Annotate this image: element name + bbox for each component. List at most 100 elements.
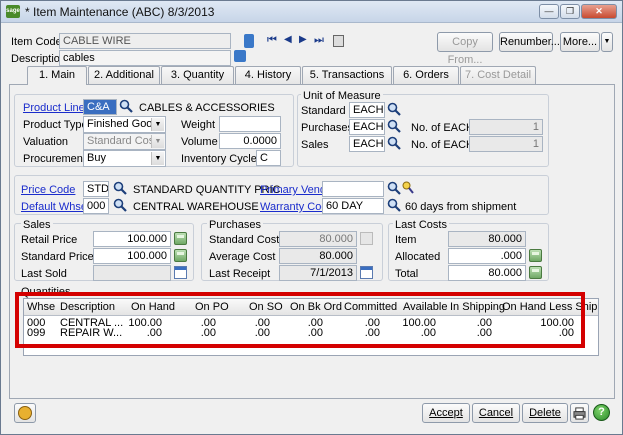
printer-icon: [573, 407, 586, 420]
column-header-on-hand-less-ship[interactable]: On Hand Less Ship: [502, 301, 597, 313]
column-header-on-bk-ord[interactable]: On Bk Ord: [290, 301, 342, 313]
memo-icon[interactable]: [234, 50, 246, 62]
weight-label: Weight: [181, 119, 216, 131]
calculator-icon[interactable]: [174, 249, 187, 262]
uom-purchases-field[interactable]: EACH: [349, 119, 385, 135]
uom-standard-field[interactable]: EACH: [349, 102, 385, 118]
tab-main[interactable]: 1. Main: [27, 66, 87, 85]
product-line-link[interactable]: Product Line: [23, 102, 85, 114]
vendor-search-icon[interactable]: [402, 181, 414, 194]
default-whse-lookup-icon[interactable]: [113, 198, 127, 212]
more-dropdown-arrow[interactable]: ▼: [601, 32, 613, 52]
sage-app-icon: sage: [6, 5, 20, 18]
item-code-field[interactable]: CABLE WIRE: [59, 33, 231, 49]
weight-field[interactable]: [219, 116, 281, 132]
cell-on-hand-less-ship: .00: [558, 327, 574, 339]
tab-history[interactable]: 4. History: [235, 66, 301, 84]
restore-button[interactable]: ❐: [560, 4, 580, 19]
allocated-field[interactable]: .000: [448, 248, 526, 264]
average-cost-field[interactable]: 80.000: [279, 248, 357, 264]
record-lock-icon[interactable]: [333, 35, 344, 47]
sales-conversion-field[interactable]: 1: [469, 136, 543, 152]
first-record-icon[interactable]: ⏮: [267, 34, 277, 47]
calculator-icon[interactable]: [174, 232, 187, 245]
allocated-label: Allocated: [395, 251, 441, 263]
cell-available: .00: [420, 327, 436, 339]
default-whse-field[interactable]: 000: [83, 198, 109, 214]
help-icon[interactable]: ?: [593, 404, 610, 421]
product-line-lookup-icon[interactable]: [119, 99, 133, 113]
cancel-button[interactable]: Cancel: [472, 403, 520, 423]
lookup-list-icon[interactable]: [244, 34, 254, 48]
price-code-link[interactable]: Price Code: [21, 184, 75, 196]
chevron-down-icon: ▼: [151, 152, 164, 165]
warranty-code-field[interactable]: 60 DAY: [322, 198, 384, 214]
volume-field[interactable]: 0.0000: [219, 133, 281, 149]
purchases-conversion-field[interactable]: 1: [469, 119, 543, 135]
next-record-icon[interactable]: ▶: [299, 34, 307, 45]
purchases-conversion-label: No. of EACH: [411, 122, 474, 134]
column-header-description[interactable]: Description: [60, 301, 115, 313]
last-sold-field[interactable]: [93, 265, 171, 281]
primary-vendor-lookup-icon[interactable]: [387, 181, 401, 195]
delete-button[interactable]: Delete: [522, 403, 568, 423]
retail-price-field[interactable]: 100.000: [93, 231, 171, 247]
procurement-label: Procurement: [23, 153, 86, 165]
product-line-field[interactable]: C&A: [83, 99, 117, 115]
last-receipt-field[interactable]: 7/1/2013: [279, 265, 357, 281]
column-header-in-shipping[interactable]: In Shipping: [450, 301, 505, 313]
accept-button[interactable]: Accept: [422, 403, 470, 423]
product-type-label: Product Type: [23, 119, 88, 131]
tab-transactions[interactable]: 5. Transactions: [302, 66, 392, 84]
cell-on-so: .00: [254, 327, 270, 339]
product-type-select[interactable]: Finished Good ▼: [83, 116, 166, 133]
renumber-button[interactable]: Renumber...: [499, 32, 560, 52]
warranty-code-lookup-icon[interactable]: [387, 198, 401, 212]
column-header-on-so[interactable]: On SO: [249, 301, 283, 313]
uom-standard-lookup-icon[interactable]: [387, 102, 401, 116]
last-record-icon[interactable]: ⏭: [314, 34, 324, 47]
copy-from-button[interactable]: Copy From...: [437, 32, 493, 66]
default-whse-link[interactable]: Default Whse: [21, 201, 87, 213]
price-code-field[interactable]: STD: [83, 181, 109, 197]
calendar-icon[interactable]: [174, 266, 187, 279]
column-header-on-hand[interactable]: On Hand: [131, 301, 175, 313]
standard-cost-calculator-icon[interactable]: [360, 232, 373, 245]
last-cost-total-field[interactable]: 80.000: [448, 265, 526, 281]
last-cost-item-field[interactable]: 80.000: [448, 231, 526, 247]
price-code-lookup-icon[interactable]: [113, 181, 127, 195]
primary-vendor-field[interactable]: [322, 181, 384, 197]
last-cost-item-label: Item: [395, 234, 417, 246]
tab-additional[interactable]: 2. Additional: [88, 66, 160, 84]
standard-cost-field[interactable]: 80.000: [279, 231, 357, 247]
calendar-icon[interactable]: [360, 266, 373, 279]
close-button[interactable]: ✕: [581, 4, 617, 19]
table-row[interactable]: 099 REPAIR W... .00 .00 .00 .00 .00 .00 …: [24, 327, 598, 339]
uom-purchases-lookup-icon[interactable]: [387, 119, 401, 133]
tab-quantity[interactable]: 3. Quantity: [161, 66, 234, 84]
retail-price-label: Retail Price: [21, 234, 78, 246]
volume-label: Volume: [181, 136, 218, 148]
minimize-button[interactable]: —: [539, 4, 559, 19]
column-header-on-po[interactable]: On PO: [195, 301, 229, 313]
column-header-committed[interactable]: Committed: [344, 301, 397, 313]
calculator-icon[interactable]: [529, 266, 542, 279]
column-header-available[interactable]: Available: [403, 301, 447, 313]
uom-sales-lookup-icon[interactable]: [387, 136, 401, 150]
previous-record-icon[interactable]: ◀: [284, 34, 292, 45]
uom-sales-field[interactable]: EACH: [349, 136, 385, 152]
print-button[interactable]: [570, 403, 589, 423]
quantities-grid[interactable]: Whse Description On Hand On PO On SO On …: [23, 298, 599, 356]
product-type-value: Finished Good: [87, 118, 159, 130]
standard-price-field[interactable]: 100.000: [93, 248, 171, 264]
procurement-select[interactable]: Buy ▼: [83, 150, 166, 167]
tab-orders[interactable]: 6. Orders: [393, 66, 459, 84]
tab-cost-detail[interactable]: 7. Cost Detail: [460, 66, 536, 84]
inventory-cycle-field[interactable]: C: [256, 150, 281, 166]
valuation-select[interactable]: Standard Cost ▼: [83, 133, 166, 150]
more-button[interactable]: More...: [560, 32, 600, 52]
description-field[interactable]: cables: [59, 50, 231, 66]
column-header-whse[interactable]: Whse: [27, 301, 55, 313]
calculator-icon[interactable]: [529, 249, 542, 262]
customizer-button[interactable]: [14, 403, 36, 423]
